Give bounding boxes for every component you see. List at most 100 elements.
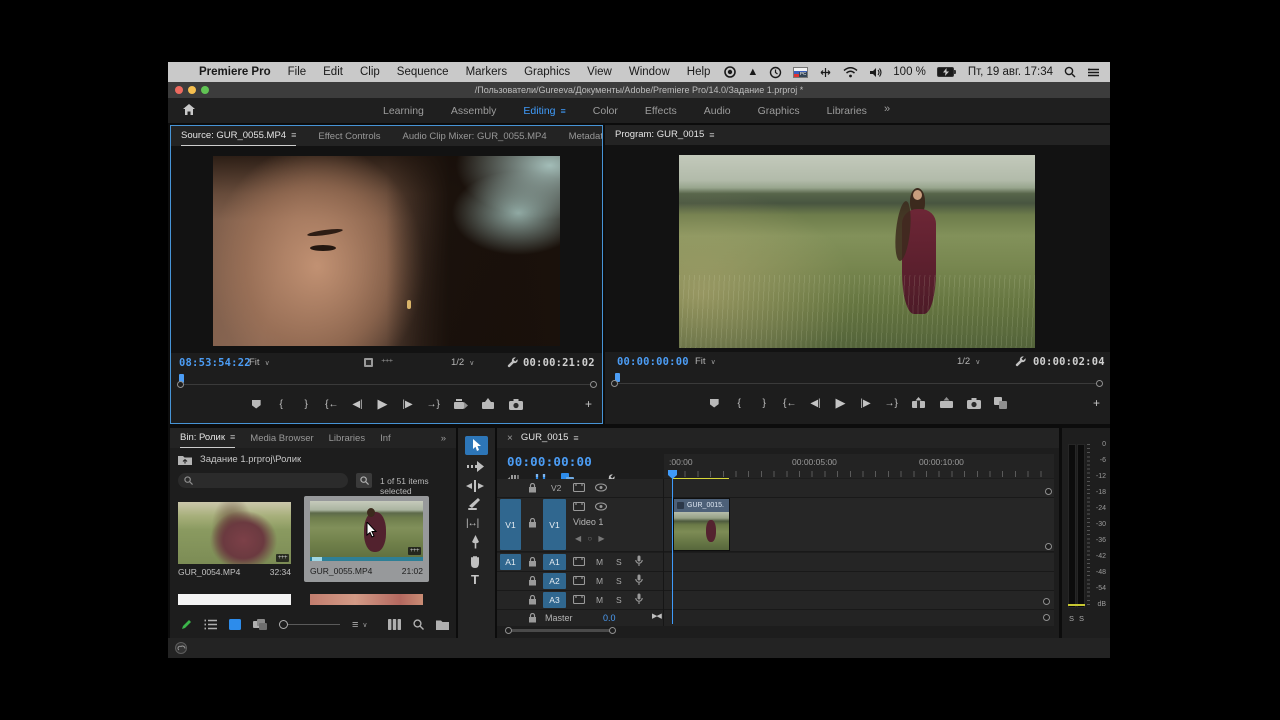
a3-mute-button[interactable]: M (596, 595, 603, 605)
workspace-tab-audio[interactable]: Audio (704, 105, 731, 117)
program-zoombar-right-handle[interactable] (1096, 380, 1103, 387)
timeline-current-timecode[interactable]: 00:00:00:00 (507, 454, 592, 469)
clip-thumbnail-1[interactable]: +++ (178, 502, 291, 564)
workspace-overflow-button[interactable]: » (884, 103, 890, 115)
find-icon[interactable] (356, 473, 372, 488)
a3-voiceover-mic-icon[interactable] (635, 593, 643, 605)
audio-midi-icon[interactable] (819, 66, 832, 79)
program-settings-wrench-icon[interactable] (1015, 355, 1027, 367)
a2-target-button[interactable]: A2 (543, 573, 566, 589)
tab-metadata[interactable]: Metadata (569, 131, 602, 142)
vscroll-handle-4[interactable] (1043, 614, 1050, 621)
hscroll-thumb[interactable] (511, 629, 611, 632)
program-button-editor[interactable]: + (1093, 396, 1100, 410)
a1-target-button[interactable]: A1 (543, 554, 566, 570)
source-zoombar-left-handle[interactable] (177, 381, 184, 388)
play-button[interactable]: ▶ (835, 395, 847, 411)
go-to-in-button[interactable]: {← (325, 399, 338, 410)
go-to-out-button[interactable]: →} (885, 398, 898, 409)
home-icon[interactable] (182, 103, 196, 117)
a2-mute-button[interactable]: M (596, 576, 603, 586)
meter-solo-left-button[interactable]: S (1069, 614, 1074, 623)
volume-icon[interactable] (869, 67, 882, 78)
a1-solo-button[interactable]: S (616, 557, 622, 567)
navigate-up-icon[interactable] (178, 454, 192, 465)
step-back-button[interactable]: ◀| (810, 398, 822, 409)
clip-thumbnail-partial-1[interactable] (178, 594, 291, 605)
hscroll-left-handle[interactable] (505, 627, 512, 634)
export-frame-button[interactable] (509, 399, 523, 410)
menu-graphics[interactable]: Graphics (524, 66, 570, 78)
pen-tool[interactable] (469, 535, 482, 549)
v1-source-patch[interactable]: V1 (500, 499, 521, 550)
tab-effect-controls[interactable]: Effect Controls (318, 131, 380, 142)
razor-tool[interactable] (467, 498, 482, 511)
workspace-tab-assembly[interactable]: Assembly (451, 105, 497, 117)
a2-solo-button[interactable]: S (616, 576, 622, 586)
workspace-tab-learning[interactable]: Learning (383, 105, 424, 117)
tab-bin[interactable]: Bin: Ролик≡ (180, 429, 235, 448)
go-to-out-button[interactable]: →} (427, 399, 440, 410)
program-playback-resolution-select[interactable]: 1/2∨ (957, 356, 980, 367)
play-button[interactable]: ▶ (377, 396, 389, 412)
close-panel-icon[interactable]: × (507, 433, 513, 444)
source-current-timecode[interactable]: 08:53:54:22 (179, 357, 251, 369)
comparison-view-button[interactable] (994, 397, 1007, 409)
fit-sequence-icon[interactable]: ▶◀ (652, 612, 661, 620)
automate-to-sequence-icon[interactable] (388, 619, 401, 630)
drag-audio-icon[interactable]: ⁺⁺⁺ (381, 357, 392, 368)
overwrite-button[interactable] (481, 398, 496, 410)
program-zoombar-left-handle[interactable] (611, 380, 618, 387)
source-settings-wrench-icon[interactable] (507, 356, 519, 368)
program-scrub-area[interactable] (605, 372, 1110, 388)
v1-track-name[interactable]: Video 1 (573, 517, 603, 527)
a1-mute-button[interactable]: M (596, 557, 603, 567)
record-indicator-icon[interactable] (724, 66, 736, 78)
icon-view-button[interactable] (229, 619, 241, 630)
v1-sync-lock-icon[interactable] (573, 502, 585, 511)
tab-audio-clip-mixer[interactable]: Audio Clip Mixer: GUR_0055.MP4 (403, 131, 547, 142)
program-video-preview[interactable] (679, 155, 1035, 348)
v1-keyframe-nav[interactable]: ◀ ○ ▶ (575, 534, 607, 543)
menubar-clock[interactable]: Пт, 19 авг. 17:34 (968, 66, 1053, 78)
mark-in-button[interactable]: { (275, 399, 287, 410)
v1-target-button[interactable]: V1 (543, 499, 566, 550)
spotlight-search-icon[interactable] (1064, 66, 1076, 78)
tab-media-browser[interactable]: Media Browser (250, 433, 313, 444)
new-bin-button[interactable] (436, 619, 449, 630)
type-tool[interactable]: T (471, 572, 479, 587)
v1-lock-icon[interactable] (528, 518, 537, 528)
source-scrub-area[interactable] (171, 373, 602, 389)
meter-solo-right-button[interactable]: S (1079, 614, 1084, 623)
extract-button[interactable] (939, 397, 954, 409)
source-video-preview[interactable] (213, 156, 560, 346)
v2-lock-icon[interactable] (528, 483, 537, 493)
add-marker-button[interactable] (708, 399, 720, 408)
playhead-line[interactable] (672, 478, 673, 624)
v2-sync-lock-icon[interactable] (573, 483, 585, 492)
list-view-button[interactable] (204, 619, 217, 630)
a3-sync-lock-icon[interactable] (573, 595, 585, 604)
project-writable-pencil-icon[interactable] (180, 619, 192, 631)
tab-sequence[interactable]: GUR_0015≡ (521, 429, 579, 448)
tab-source[interactable]: Source: GUR_0055.MP4≡ (181, 127, 296, 146)
freeform-view-button[interactable] (253, 619, 267, 631)
a1-source-patch[interactable]: A1 (500, 554, 521, 570)
slip-tool[interactable]: |↔| (466, 518, 478, 529)
a3-solo-button[interactable]: S (616, 595, 622, 605)
source-zoombar-right-handle[interactable] (590, 381, 597, 388)
a2-lock-icon[interactable] (528, 576, 537, 586)
timeline-clip-gur0015[interactable]: GUR_0015. (673, 498, 730, 551)
menu-file[interactable]: File (288, 66, 307, 78)
menu-window[interactable]: Window (629, 66, 670, 78)
step-forward-button[interactable]: |▶ (402, 399, 414, 410)
tab-program[interactable]: Program: GUR_0015≡ (615, 126, 715, 145)
go-to-in-button[interactable]: {← (783, 398, 796, 409)
a3-lock-icon[interactable] (528, 595, 537, 605)
ripple-edit-tool[interactable] (466, 480, 484, 492)
project-search-input[interactable] (197, 475, 331, 487)
time-machine-icon[interactable] (769, 66, 782, 79)
menu-view[interactable]: View (587, 66, 612, 78)
clip-label-2[interactable]: GUR_0055.MP4 21:02 (310, 566, 423, 576)
mark-out-button[interactable]: } (758, 398, 770, 409)
